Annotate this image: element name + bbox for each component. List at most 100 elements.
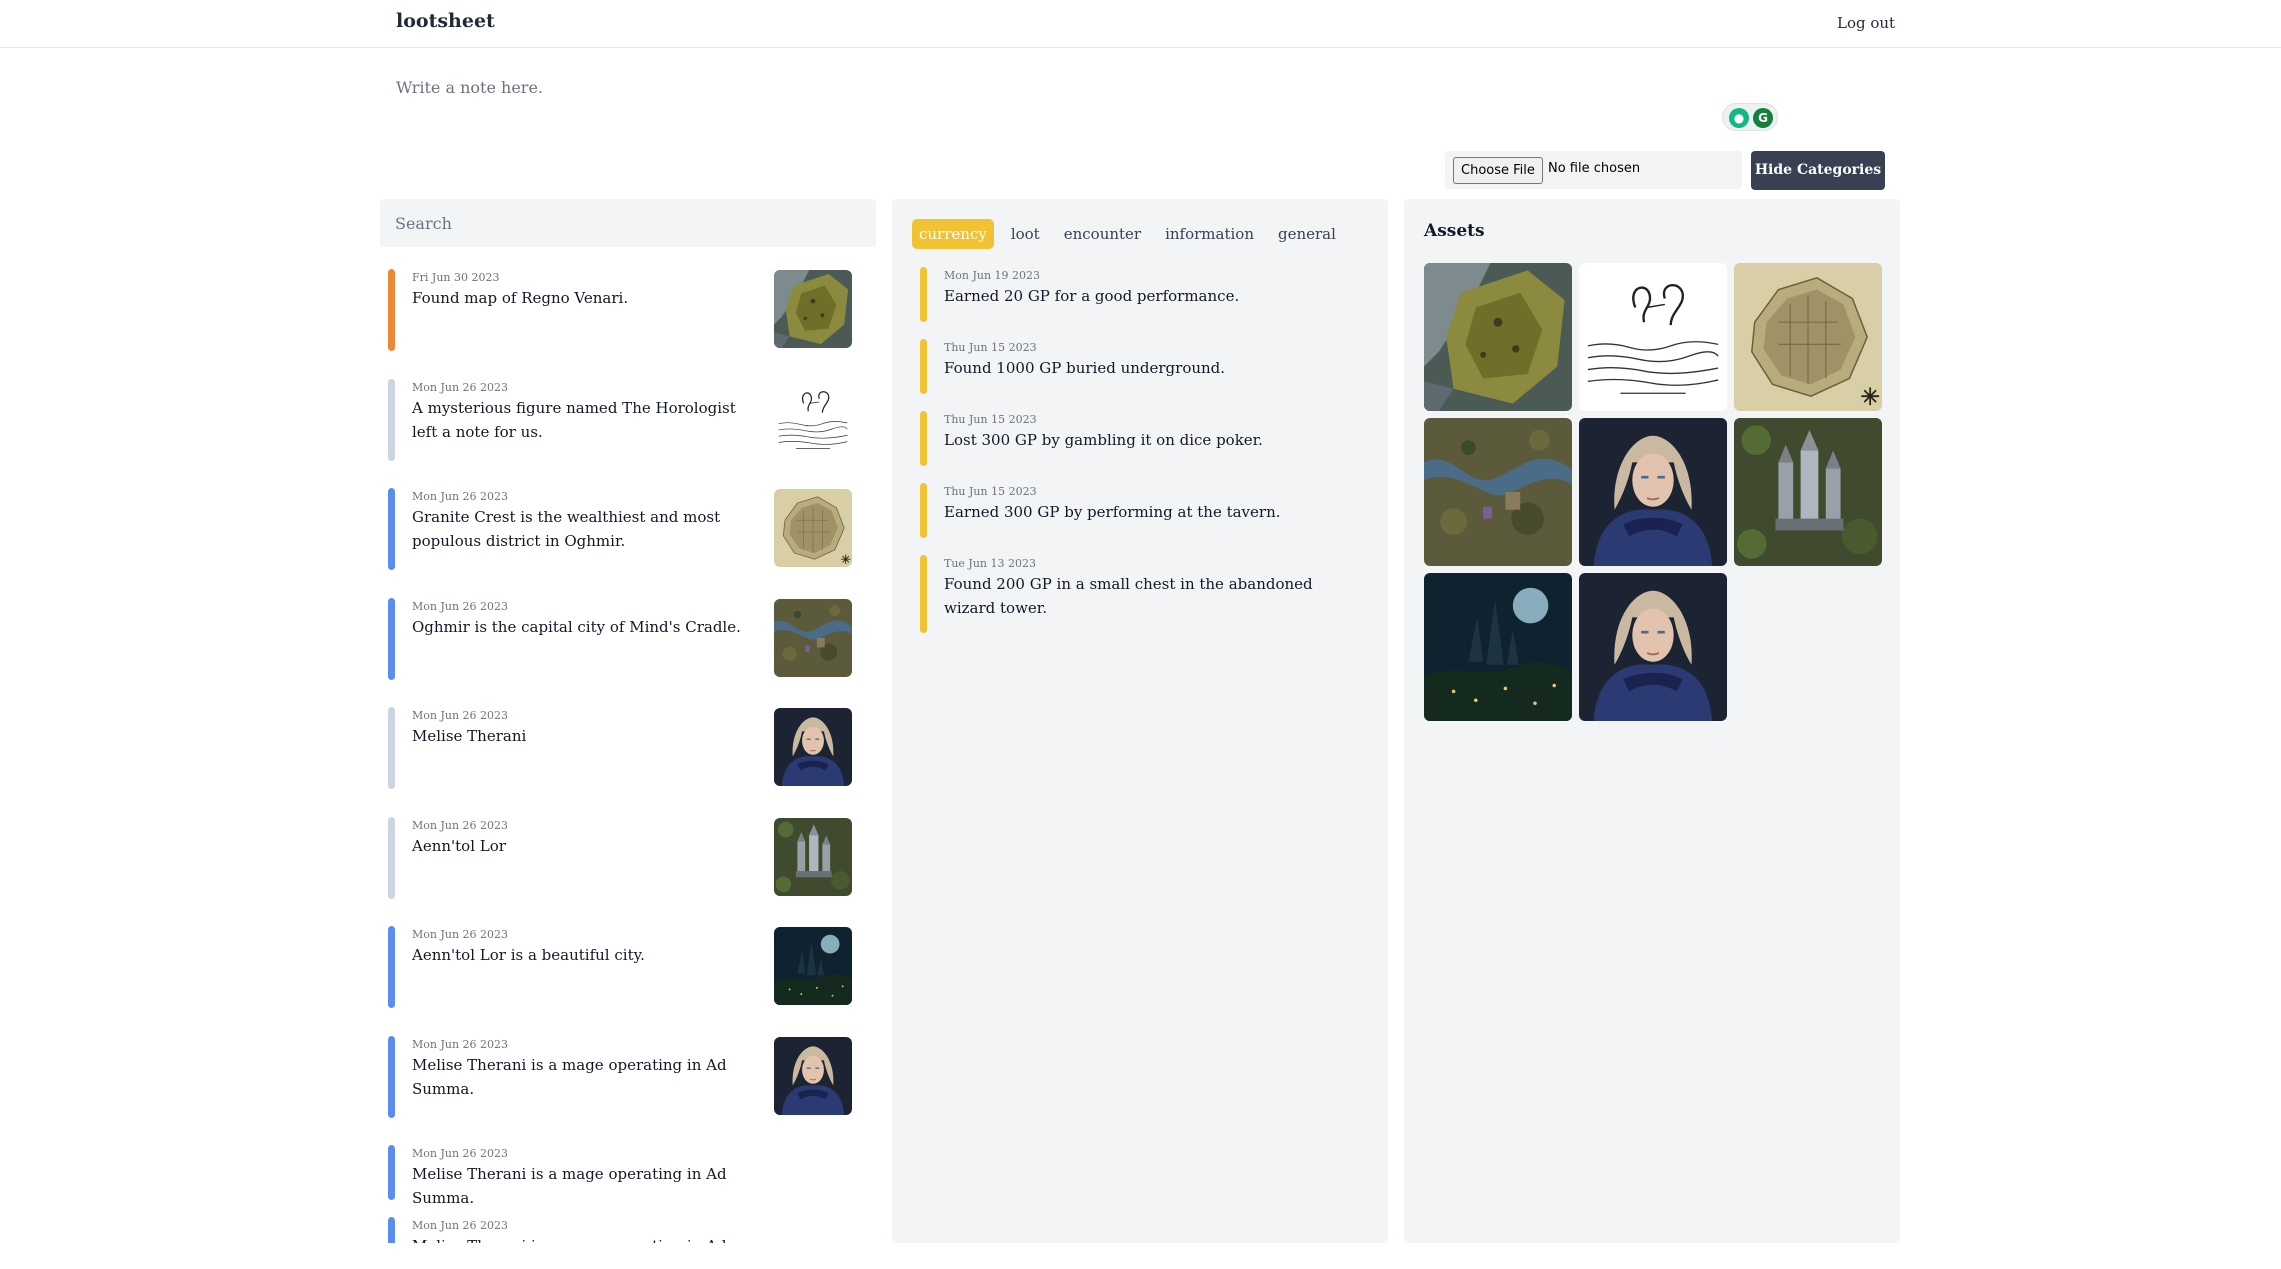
entry-text: Found 1000 GP buried underground. <box>944 359 1226 377</box>
bulb-icon[interactable]: ● <box>1729 108 1749 128</box>
tab-encounter[interactable]: encounter <box>1057 219 1148 249</box>
assets-title: Assets <box>1424 221 1485 241</box>
entry-date: Tue Jun 13 2023 <box>944 557 1036 570</box>
entry-thumbnail[interactable] <box>774 270 852 348</box>
writing-assistant-badge[interactable]: ● G <box>1722 103 1778 131</box>
list-item[interactable]: Thu Jun 15 2023 Lost 300 GP by gambling … <box>892 411 1388 483</box>
category-indicator <box>920 267 927 322</box>
brand-logo[interactable]: lootsheet <box>396 10 495 32</box>
currency-list: Mon Jun 19 2023 Earned 20 GP for a good … <box>892 267 1388 635</box>
category-indicator <box>388 269 395 351</box>
category-indicator <box>388 378 395 461</box>
entry-text: Aenn'tol Lor is a beautiful city. <box>412 946 645 964</box>
list-item[interactable]: Thu Jun 15 2023 Earned 300 GP by perform… <box>892 483 1388 555</box>
entry-thumbnail[interactable] <box>774 1037 852 1115</box>
category-indicator <box>388 1035 395 1118</box>
list-item[interactable]: Mon Jun 26 2023 Melise Therani is a mage… <box>380 1035 876 1146</box>
entry-text: Granite Crest is the wealthiest and most… <box>412 508 721 550</box>
entry-date: Mon Jun 26 2023 <box>412 709 509 722</box>
list-item[interactable]: Fri Jun 30 2023 Found map of Regno Venar… <box>380 269 876 379</box>
entry-text: Melise Therani is a mage operating in Ad… <box>412 1234 760 1243</box>
list-item[interactable]: Mon Jun 26 2023 Melise Therani <box>380 707 876 817</box>
hide-categories-button[interactable]: Hide Categories <box>1751 151 1885 190</box>
tab-currency[interactable]: currency <box>912 219 994 249</box>
entry-text: Found 200 GP in a small chest in the aba… <box>944 575 1313 617</box>
entry-date: Fri Jun 30 2023 <box>412 271 500 284</box>
entry-thumbnail[interactable] <box>774 927 852 1005</box>
list-item[interactable]: Mon Jun 26 2023 Granite Crest is the wea… <box>380 488 876 598</box>
asset-fantasy-city[interactable] <box>1734 418 1882 566</box>
note-input[interactable] <box>396 72 1496 102</box>
category-indicator <box>920 483 927 538</box>
entry-text: Melise Therani <box>412 727 527 745</box>
choose-file-button[interactable]: Choose File <box>1453 157 1543 184</box>
entry-thumbnail[interactable] <box>774 599 852 677</box>
logout-link[interactable]: Log out <box>1837 14 1895 32</box>
entry-thumbnail[interactable] <box>774 380 852 458</box>
asset-portrait[interactable] <box>1579 573 1727 721</box>
list-item[interactable]: Thu Jun 15 2023 Found 1000 GP buried und… <box>892 339 1388 411</box>
entry-date: Mon Jun 26 2023 <box>412 380 509 394</box>
category-indicator <box>920 339 927 394</box>
entry-text: A mysterious figure named The Horologist… <box>412 398 736 441</box>
list-item[interactable]: Mon Jun 26 2023 A mysterious figure name… <box>380 378 876 489</box>
tab-general[interactable]: general <box>1271 219 1343 249</box>
category-indicator <box>388 488 395 570</box>
asset-terrain-map[interactable] <box>1424 418 1572 566</box>
entry-text: Found map of Regno Venari. <box>412 289 629 307</box>
notes-column: Fri Jun 30 2023 Found map of Regno Venar… <box>380 199 876 1243</box>
list-item[interactable]: Mon Jun 26 2023 Aenn'tol Lor <box>380 816 876 927</box>
category-indicator <box>920 555 927 633</box>
entry-date: Mon Jun 26 2023 <box>412 818 509 832</box>
category-indicator <box>920 411 927 466</box>
entry-date: Thu Jun 15 2023 <box>944 413 1037 426</box>
file-upload: Choose File No file chosen <box>1445 151 1742 189</box>
asset-night-city[interactable] <box>1424 573 1572 721</box>
entry-date: Mon Jun 26 2023 <box>412 490 509 503</box>
asset-city-map[interactable] <box>1734 263 1882 411</box>
list-item[interactable]: Mon Jun 26 2023 Aenn'tol Lor is a beauti… <box>380 926 876 1036</box>
entry-thumbnail[interactable] <box>774 489 852 567</box>
tab-information[interactable]: information <box>1158 219 1261 249</box>
list-item[interactable]: Mon Jun 26 2023 Oghmir is the capital ci… <box>380 597 876 708</box>
entry-text: Aenn'tol Lor <box>412 836 506 855</box>
entry-text: Lost 300 GP by gambling it on dice poker… <box>944 431 1263 449</box>
category-tabs: currency loot encounter information gene… <box>912 219 1353 249</box>
asset-handwritten-note[interactable] <box>1579 263 1727 411</box>
asset-regional-map[interactable] <box>1424 263 1572 411</box>
list-item[interactable]: Mon Jun 26 2023 Melise Therani is a mage… <box>380 1217 876 1243</box>
assets-panel: Assets <box>1404 199 1900 1243</box>
entry-text: Oghmir is the capital city of Mind's Cra… <box>412 617 741 636</box>
entry-date: Mon Jun 26 2023 <box>412 1219 509 1232</box>
top-navigation: lootsheet Log out <box>0 0 2281 48</box>
entry-date: Mon Jun 26 2023 <box>412 1037 509 1051</box>
category-indicator <box>388 926 395 1008</box>
category-indicator <box>388 1145 395 1200</box>
category-indicator <box>388 1217 395 1243</box>
entry-thumbnail[interactable] <box>774 818 852 896</box>
category-panel: currency loot encounter information gene… <box>892 199 1388 1243</box>
category-indicator <box>388 707 395 789</box>
search-input[interactable] <box>380 199 876 247</box>
entry-text: Earned 300 GP by performing at the taver… <box>944 503 1281 521</box>
entry-date: Mon Jun 19 2023 <box>944 269 1041 282</box>
entry-thumbnail[interactable] <box>774 708 852 786</box>
list-item[interactable]: Mon Jun 26 2023 Melise Therani is a mage… <box>380 1145 876 1217</box>
file-status: No file chosen <box>1548 161 1641 176</box>
asset-portrait[interactable] <box>1579 418 1727 566</box>
list-item[interactable]: Mon Jun 19 2023 Earned 20 GP for a good … <box>892 267 1388 339</box>
entry-text: Earned 20 GP for a good performance. <box>944 287 1240 305</box>
entry-date: Thu Jun 15 2023 <box>944 485 1037 498</box>
entry-date: Mon Jun 26 2023 <box>412 1147 509 1160</box>
entry-date: Mon Jun 26 2023 <box>412 928 509 941</box>
entry-text: Melise Therani is a mage operating in Ad… <box>412 1055 727 1098</box>
tab-loot[interactable]: loot <box>1004 219 1047 249</box>
entry-date: Thu Jun 15 2023 <box>944 341 1037 354</box>
grammar-icon[interactable]: G <box>1753 108 1773 128</box>
category-indicator <box>388 597 395 680</box>
entry-text: Melise Therani is a mage operating in Ad… <box>412 1165 727 1207</box>
list-item[interactable]: Tue Jun 13 2023 Found 200 GP in a small … <box>892 555 1388 635</box>
entry-date: Mon Jun 26 2023 <box>412 599 509 613</box>
category-indicator <box>388 816 395 899</box>
notes-list: Fri Jun 30 2023 Found map of Regno Venar… <box>380 269 876 1243</box>
